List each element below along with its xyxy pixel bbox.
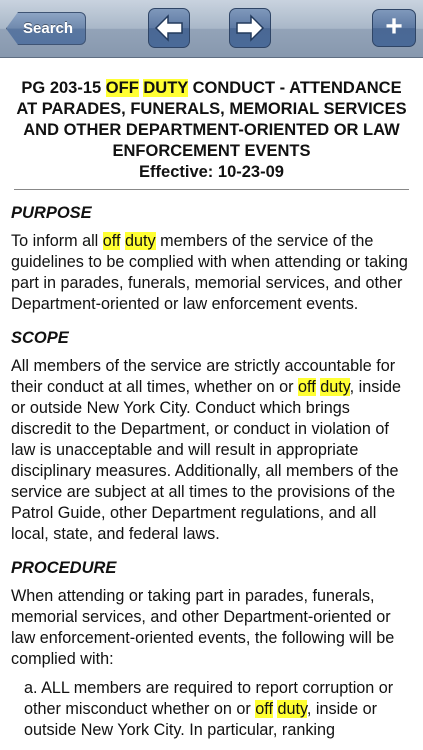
section-title-scope: SCOPE	[11, 329, 69, 347]
heading-prefix: PG 203-15	[21, 79, 106, 97]
heading-highlight-off: OFF	[105, 79, 139, 97]
arrow-left-icon	[154, 14, 183, 42]
purpose-highlight-off: off	[102, 232, 121, 250]
top-toolbar: Search +	[0, 0, 423, 58]
item-a-highlight-off: off	[255, 700, 273, 718]
section-title-procedure: PROCEDURE	[11, 559, 117, 577]
purpose-text-1: To inform all	[11, 232, 103, 250]
search-back-button[interactable]: Search	[6, 12, 86, 45]
heading-effective-date: Effective: 10-23-09	[139, 163, 284, 181]
arrow-right-icon	[236, 14, 265, 42]
next-button[interactable]	[229, 8, 271, 48]
purpose-highlight-duty: duty	[124, 232, 156, 250]
document-heading: PG 203-15 OFF DUTY CONDUCT - ATTENDANCE …	[14, 58, 409, 190]
heading-highlight-duty: DUTY	[143, 79, 189, 97]
search-back-button-wrap[interactable]: Search	[0, 0, 90, 58]
procedure-item-a: a. ALL members are required to report co…	[24, 678, 412, 741]
scope-highlight-duty: duty	[320, 378, 350, 396]
procedure-intro: When attending or taking part in parades…	[11, 587, 395, 668]
section-title-purpose: PURPOSE	[11, 204, 92, 222]
previous-button[interactable]	[148, 8, 190, 48]
purpose-paragraph: To inform all off duty members of the se…	[11, 231, 412, 315]
scope-paragraph: All members of the service are strictly …	[11, 356, 412, 545]
plus-icon: +	[385, 9, 403, 43]
scope-highlight-off: off	[298, 378, 316, 396]
document-content: PG 203-15 OFF DUTY CONDUCT - ATTENDANCE …	[0, 58, 423, 741]
item-a-highlight-duty: duty	[277, 700, 307, 718]
scope-text-2: , inside or outside New York City. Condu…	[11, 378, 401, 543]
add-button[interactable]: +	[372, 9, 416, 47]
